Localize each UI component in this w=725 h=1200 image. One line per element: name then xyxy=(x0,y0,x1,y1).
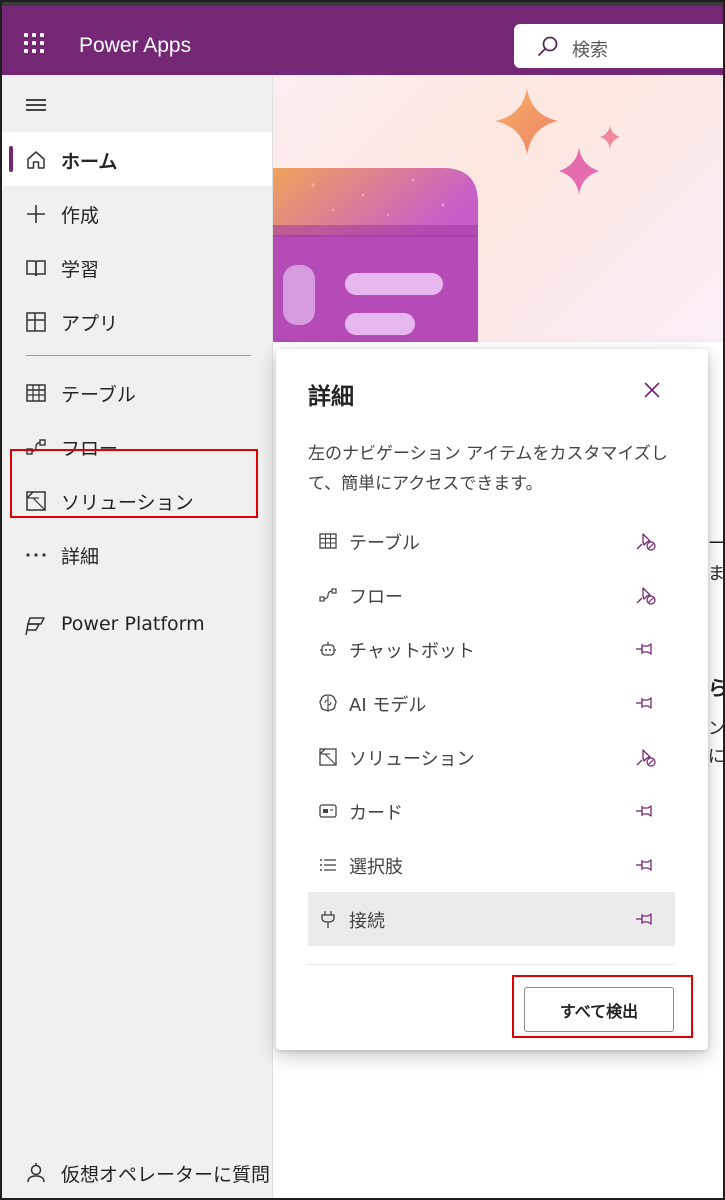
book-icon xyxy=(26,260,46,277)
panel-item-chatbots[interactable]: チャットボット xyxy=(308,622,675,676)
nav-item-create[interactable]: 作成 xyxy=(2,186,272,240)
unpin-icon[interactable] xyxy=(634,584,658,606)
panel-item-label: カード xyxy=(349,803,403,824)
app-launcher-icon[interactable] xyxy=(24,33,46,55)
panel-item-choices[interactable]: 選択肢 xyxy=(308,838,675,892)
background-text: ら xyxy=(708,672,723,701)
chatbot-icon xyxy=(320,642,336,656)
panel-description: 左のナビゲーション アイテムをカスタマイズして、簡単にアクセスできます。 xyxy=(308,444,668,494)
collapse-nav-icon[interactable] xyxy=(26,99,48,113)
virtual-agent-button[interactable]: 仮想オペレーターに質問 xyxy=(2,1148,272,1198)
pin-icon[interactable] xyxy=(634,800,658,822)
plus-icon xyxy=(27,205,45,223)
power-platform-icon xyxy=(25,617,45,636)
nav-item-power-platform[interactable]: Power Platform xyxy=(2,598,272,652)
nav-item-home[interactable]: ホーム xyxy=(2,132,272,186)
search-input[interactable]: 検索 xyxy=(514,24,723,68)
background-text: に xyxy=(708,747,725,767)
hero-banner xyxy=(273,75,723,342)
flow-icon xyxy=(319,588,337,602)
nav-label-home: ホーム xyxy=(61,151,118,173)
ai-model-icon xyxy=(319,694,337,712)
apps-icon xyxy=(26,312,46,332)
search-icon xyxy=(538,36,558,56)
panel-title: 詳細 xyxy=(308,384,354,410)
choices-icon xyxy=(320,859,336,871)
panel-item-flows[interactable]: フロー xyxy=(308,568,675,622)
nav-item-apps[interactable]: アプリ xyxy=(2,294,272,348)
search-placeholder: 検索 xyxy=(572,40,608,61)
panel-item-label: 接続 xyxy=(349,911,385,932)
solution-icon xyxy=(319,748,337,766)
card-icon xyxy=(319,804,337,818)
unpin-icon[interactable] xyxy=(634,530,658,552)
panel-item-label: AI モデル xyxy=(349,695,427,716)
more-panel: 詳細 左のナビゲーション アイテムをカスタマイズして、簡単にアクセスできます。 … xyxy=(276,349,708,1050)
pin-icon[interactable] xyxy=(634,692,658,714)
highlight-more-box xyxy=(10,449,258,518)
bot-icon xyxy=(27,1163,45,1183)
panel-divider xyxy=(308,964,675,965)
top-bar: Power Apps 検索 xyxy=(2,2,723,75)
background-text: ます xyxy=(708,564,725,584)
background-text: ン xyxy=(708,719,725,739)
nav-label-apps: アプリ xyxy=(61,313,119,335)
panel-item-solutions[interactable]: ソリューション xyxy=(308,730,675,784)
background-text: ーブ xyxy=(708,534,724,554)
panel-item-label: ソリューション xyxy=(349,749,475,770)
app-title[interactable]: Power Apps xyxy=(79,34,191,58)
panel-item-tables[interactable]: テーブル xyxy=(308,514,675,568)
nav-item-tables[interactable]: テーブル xyxy=(2,365,272,419)
nav-item-more[interactable]: 詳細 xyxy=(2,527,272,581)
home-icon xyxy=(27,151,45,169)
virtual-agent-label: 仮想オペレーターに質問 xyxy=(61,1164,271,1186)
panel-item-label: チャットボット xyxy=(349,641,475,662)
panel-item-label: テーブル xyxy=(349,533,420,554)
table-icon xyxy=(319,533,337,549)
nav-label-learn: 学習 xyxy=(61,259,100,281)
nav-label-power-platform: Power Platform xyxy=(61,613,205,635)
connection-icon xyxy=(321,911,335,928)
panel-item-label: 選択肢 xyxy=(349,857,403,878)
panel-item-ai-models[interactable]: AI モデル xyxy=(308,676,675,730)
left-nav: ホーム 作成 学習 アプリ テーブル フロー ソリューション 詳細 Power … xyxy=(2,75,273,1198)
panel-item-cards[interactable]: カード xyxy=(308,784,675,838)
nav-divider xyxy=(26,355,251,356)
close-icon[interactable] xyxy=(642,380,662,400)
panel-item-label: フロー xyxy=(349,587,403,608)
app-window: Power Apps 検索 ホーム 作成 学習 アプリ テーブル フロー ソリュ… xyxy=(0,0,725,1200)
unpin-icon[interactable] xyxy=(634,746,658,768)
hero-illustration xyxy=(273,88,620,342)
pin-icon[interactable] xyxy=(634,908,658,930)
discover-all-button[interactable]: すべて検出 xyxy=(524,987,674,1032)
nav-label-tables: テーブル xyxy=(61,384,136,406)
pin-icon[interactable] xyxy=(634,638,658,660)
more-icon xyxy=(26,553,46,557)
nav-label-more: 詳細 xyxy=(61,546,100,568)
pin-icon[interactable] xyxy=(634,854,658,876)
panel-item-connections[interactable]: 接続 xyxy=(308,892,675,946)
nav-item-learn[interactable]: 学習 xyxy=(2,240,272,294)
nav-label-create: 作成 xyxy=(61,205,100,227)
table-icon xyxy=(26,384,46,402)
